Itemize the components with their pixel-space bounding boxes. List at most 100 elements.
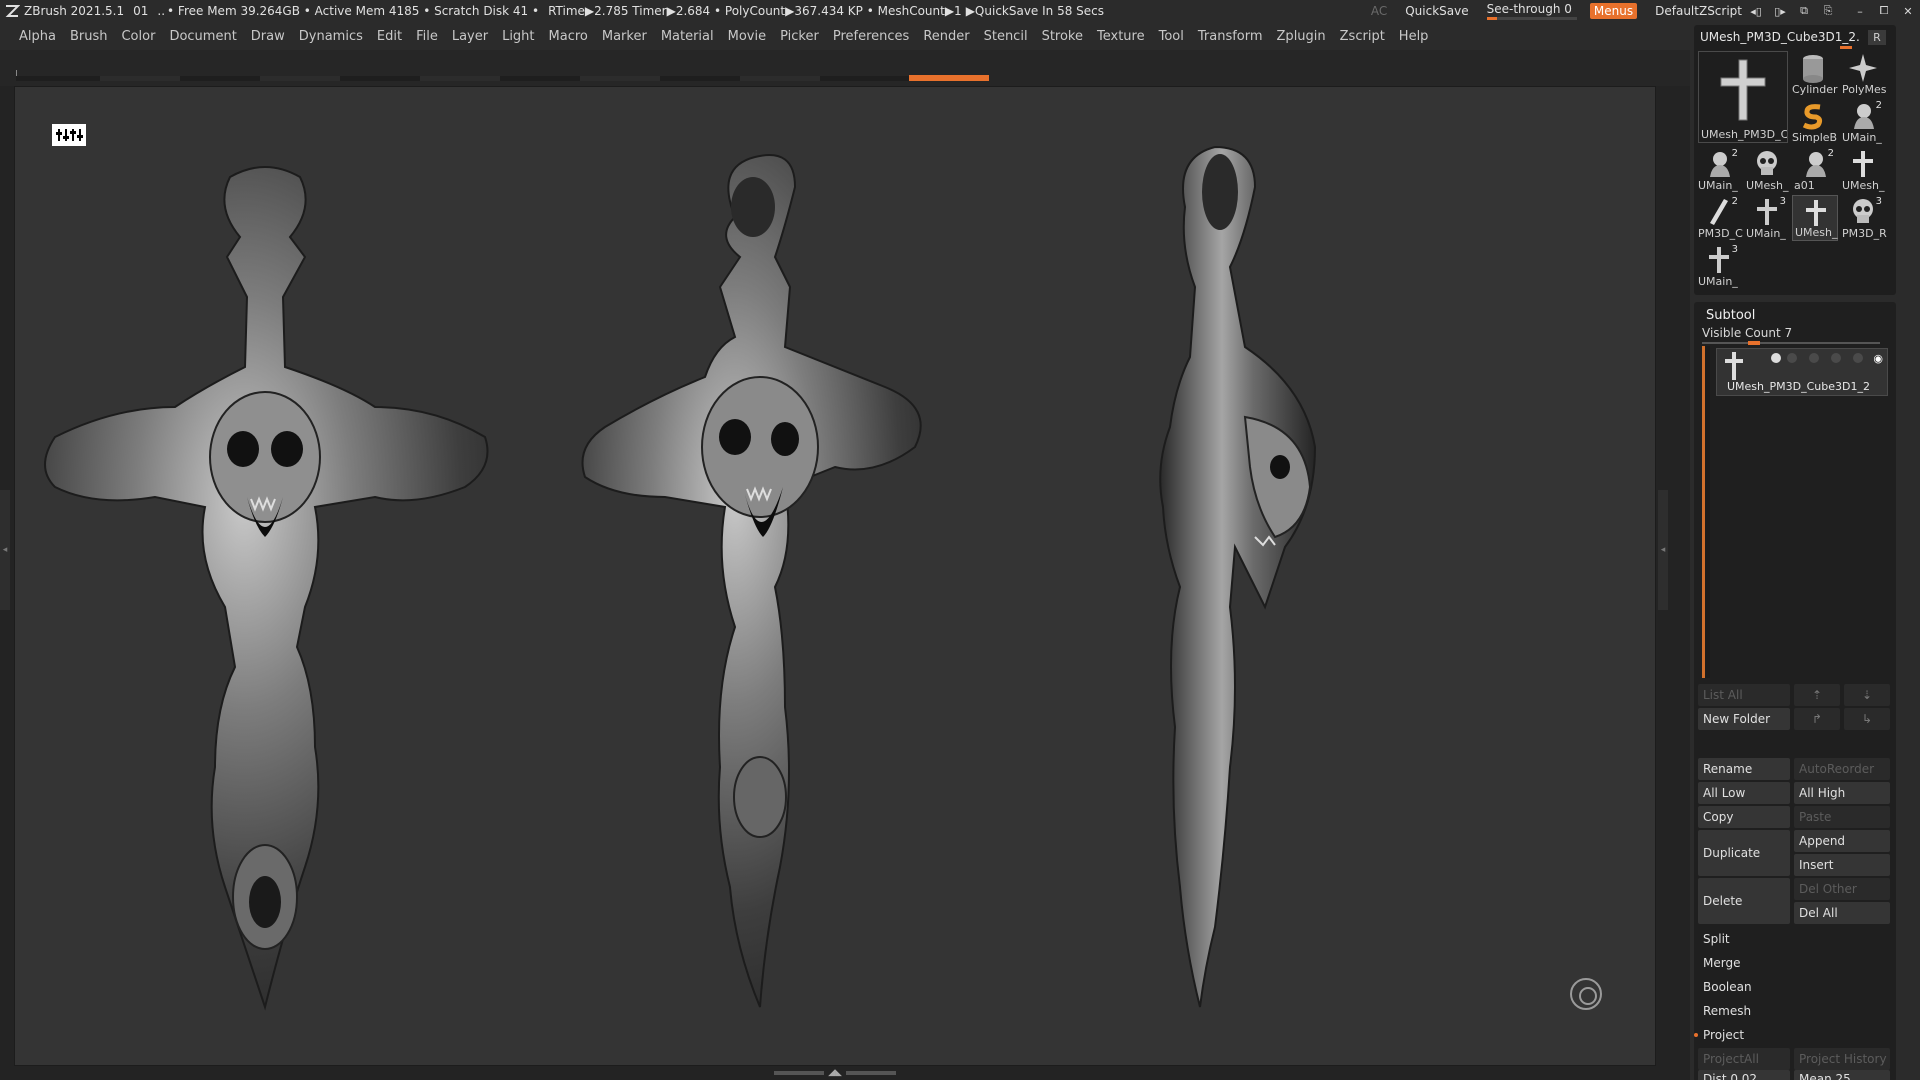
new-folder-button[interactable]: New Folder	[1698, 708, 1790, 730]
minimize-icon[interactable]: –	[1848, 0, 1872, 22]
delete-button[interactable]: Delete	[1698, 878, 1790, 924]
paste-button[interactable]: Paste	[1794, 806, 1890, 828]
del-all-button[interactable]: Del All	[1794, 902, 1890, 924]
left-tray-handle[interactable]: ◂	[0, 490, 10, 610]
menu-macro[interactable]: Macro	[549, 29, 588, 44]
auto-reorder-button[interactable]: AutoReorder	[1794, 758, 1890, 780]
current-tool-name[interactable]: UMesh_PM3D_Cube3D1_2.	[1700, 30, 1860, 44]
insert-button[interactable]: Insert	[1794, 854, 1890, 876]
menu-light[interactable]: Light	[502, 29, 534, 44]
menu-brush[interactable]: Brush	[70, 29, 108, 44]
sliders-icon[interactable]	[52, 124, 86, 146]
tool-slot[interactable]: PolyMes	[1840, 51, 1887, 97]
layout-left-icon[interactable]: ◂▯	[1744, 0, 1768, 22]
polypaint-toggle-icon[interactable]	[1771, 353, 1781, 363]
menu-layer[interactable]: Layer	[452, 29, 488, 44]
menu-alpha[interactable]: Alpha	[19, 29, 56, 44]
quicksave-button[interactable]: QuickSave	[1405, 4, 1468, 18]
menu-picker[interactable]: Picker	[780, 29, 819, 44]
menu-stencil[interactable]: Stencil	[984, 29, 1028, 44]
duplicate-button[interactable]: Duplicate	[1698, 830, 1790, 876]
merge-section[interactable]: Merge	[1698, 952, 1890, 974]
tool-slot[interactable]: SimpleB	[1790, 99, 1837, 145]
move-down-icon[interactable]: ↳	[1844, 708, 1890, 730]
tool-slot[interactable]: UMesh_	[1744, 147, 1790, 193]
viewport-canvas[interactable]	[14, 86, 1656, 1066]
menu-movie[interactable]: Movie	[728, 29, 766, 44]
arrow-down-icon[interactable]: ⇣	[1844, 684, 1890, 706]
project-section[interactable]: Project	[1698, 1024, 1890, 1046]
rename-button[interactable]: Rename	[1698, 758, 1790, 780]
folder-toggle-icon[interactable]	[1831, 353, 1841, 363]
document-icon[interactable]: ⧉	[1792, 0, 1816, 22]
default-zscript-button[interactable]: DefaultZScript	[1655, 4, 1742, 18]
tool-slot[interactable]: 3 UMain_	[1744, 195, 1790, 241]
close-icon[interactable]: ✕	[1896, 0, 1920, 22]
material-toggle-icon[interactable]	[1787, 353, 1797, 363]
menus-toggle[interactable]: Menus	[1589, 3, 1638, 19]
menu-dynamics[interactable]: Dynamics	[299, 29, 363, 44]
tool-slot[interactable]: 3 UMain_	[1696, 243, 1742, 289]
eye-icon[interactable]: ◉	[1873, 352, 1883, 365]
subtool-item[interactable]: ◉ UMesh_PM3D_Cube3D1_2	[1716, 348, 1888, 396]
navigation-gyro-icon[interactable]	[1570, 978, 1602, 1010]
maximize-icon[interactable]: ⧠	[1872, 0, 1896, 22]
boolean-section[interactable]: Boolean	[1698, 976, 1890, 998]
menu-stroke[interactable]: Stroke	[1042, 29, 1083, 44]
remesh-section[interactable]: Remesh	[1698, 1000, 1890, 1022]
menu-zscript[interactable]: Zscript	[1340, 29, 1385, 44]
tool-slot-selected[interactable]: UMesh_	[1792, 195, 1838, 241]
menu-texture[interactable]: Texture	[1097, 29, 1145, 44]
ac-toggle[interactable]: AC	[1371, 4, 1387, 18]
subtool-list-scrollbar[interactable]	[1702, 346, 1710, 678]
menu-render[interactable]: Render	[923, 29, 969, 44]
see-through-track[interactable]	[1486, 17, 1577, 20]
project-history-button[interactable]: Project History	[1794, 1048, 1890, 1070]
tool-slot[interactable]: UMesh_	[1840, 147, 1886, 193]
layout-right-icon[interactable]: ▯▸	[1768, 0, 1792, 22]
menu-preferences[interactable]: Preferences	[833, 29, 909, 44]
tool-slot[interactable]: 2 UMain_	[1840, 99, 1886, 145]
timeline-segment[interactable]	[100, 76, 180, 81]
timeline-segment[interactable]	[420, 76, 500, 81]
arrow-up-icon[interactable]: ⇡	[1794, 684, 1840, 706]
menu-material[interactable]: Material	[661, 29, 714, 44]
subtool-header[interactable]: Subtool	[1706, 308, 1755, 323]
timeline-segment[interactable]	[260, 76, 340, 81]
solo-toggle-icon[interactable]	[1809, 353, 1819, 363]
append-button[interactable]: Append	[1794, 830, 1890, 852]
see-through-slider[interactable]: See-through 0	[1486, 2, 1577, 20]
menu-zplugin[interactable]: Zplugin	[1277, 29, 1326, 44]
copy-button[interactable]: Copy	[1698, 806, 1790, 828]
menu-help[interactable]: Help	[1399, 29, 1429, 44]
menu-tool[interactable]: Tool	[1159, 29, 1184, 44]
menu-file[interactable]: File	[416, 29, 438, 44]
tool-slot[interactable]: 2 PM3D_C	[1696, 195, 1743, 241]
tool-name-slider[interactable]	[1840, 46, 1852, 49]
timeline-segment[interactable]	[580, 76, 660, 81]
bottom-tray-handle[interactable]: ◢◣	[770, 1068, 900, 1078]
all-high-button[interactable]: All High	[1794, 782, 1890, 804]
menu-draw[interactable]: Draw	[251, 29, 285, 44]
dist-slider[interactable]: Dist 0.02	[1698, 1070, 1790, 1080]
timeline-active-segment[interactable]	[909, 75, 989, 81]
move-up-icon[interactable]: ↱	[1794, 708, 1840, 730]
tool-slot[interactable]: 2 UMain_	[1696, 147, 1742, 193]
edit-toggle-icon[interactable]	[1853, 353, 1863, 363]
menu-transform[interactable]: Transform	[1198, 29, 1263, 44]
visible-count-slider[interactable]	[1702, 341, 1880, 345]
menu-marker[interactable]: Marker	[602, 29, 647, 44]
all-low-button[interactable]: All Low	[1698, 782, 1790, 804]
project-all-button[interactable]: ProjectAll	[1698, 1048, 1790, 1070]
split-section[interactable]: Split	[1698, 928, 1890, 950]
timeline-segment[interactable]	[740, 76, 820, 81]
tool-slot[interactable]: Cylinder	[1790, 51, 1838, 97]
menu-edit[interactable]: Edit	[377, 29, 402, 44]
list-all-button[interactable]: List All	[1698, 684, 1790, 706]
tool-slot[interactable]: 3 PM3D_R	[1840, 195, 1887, 241]
script-icon[interactable]: ⎘	[1816, 0, 1840, 22]
r-button[interactable]: R	[1868, 30, 1886, 45]
menu-document[interactable]: Document	[169, 29, 236, 44]
current-tool-thumbnail[interactable]: UMesh_PM3D_C	[1698, 51, 1788, 143]
mean-slider[interactable]: Mean 25	[1794, 1070, 1890, 1080]
